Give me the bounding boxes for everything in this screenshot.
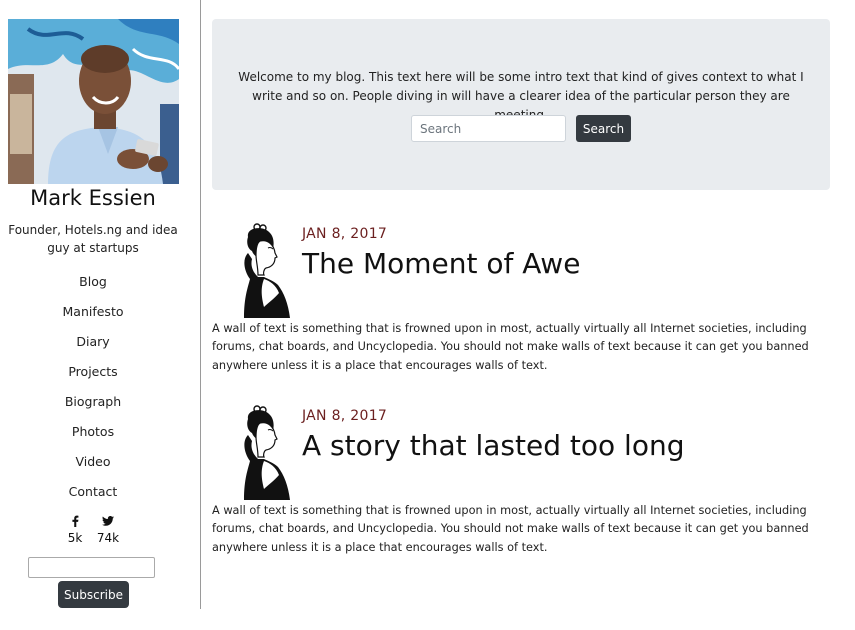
nav-item-photos[interactable]: Photos	[0, 423, 186, 453]
nav-item-diary[interactable]: Diary	[0, 333, 186, 363]
profile-name: Mark Essien	[30, 186, 156, 210]
nav-item-projects[interactable]: Projects	[0, 363, 186, 393]
twitter-icon[interactable]	[102, 515, 114, 527]
post-body: A wall of text is something that is frow…	[212, 504, 809, 554]
nav-item-video[interactable]: Video	[0, 453, 186, 483]
subscribe-button[interactable]: Subscribe	[58, 581, 129, 608]
post-date: JAN 8, 2017	[302, 226, 388, 242]
post-thumbnail[interactable]	[230, 405, 292, 500]
facebook-count: 5k	[67, 531, 83, 545]
sidebar-nav: Blog Manifesto Diary Projects Biograph P…	[0, 273, 186, 513]
nav-item-blog[interactable]: Blog	[0, 273, 186, 303]
facebook-link[interactable]: 5k	[60, 515, 90, 545]
facebook-icon[interactable]	[70, 515, 80, 527]
nav-item-contact[interactable]: Contact	[0, 483, 186, 513]
search-button[interactable]: Search	[576, 115, 631, 142]
twitter-link[interactable]: 74k	[93, 515, 123, 545]
search-input[interactable]	[411, 115, 566, 142]
nav-item-biograph[interactable]: Biograph	[0, 393, 186, 423]
subscribe-email-field[interactable]	[28, 557, 155, 578]
post-body: A wall of text is something that is frow…	[212, 322, 809, 372]
post-date: JAN 8, 2017	[302, 408, 388, 424]
profile-tagline: Founder, Hotels.ng and idea guy at start…	[8, 223, 178, 255]
sidebar: Mark Essien Founder, Hotels.ng and idea …	[0, 0, 201, 609]
post-title[interactable]: A story that lasted too long	[302, 429, 684, 462]
post-title[interactable]: The Moment of Awe	[302, 247, 580, 280]
nav-item-manifesto[interactable]: Manifesto	[0, 303, 186, 333]
avatar	[8, 19, 179, 184]
twitter-count: 74k	[96, 531, 120, 545]
intro-jumbotron: Welcome to my blog. This text here will …	[212, 19, 830, 190]
post-thumbnail[interactable]	[230, 223, 292, 318]
